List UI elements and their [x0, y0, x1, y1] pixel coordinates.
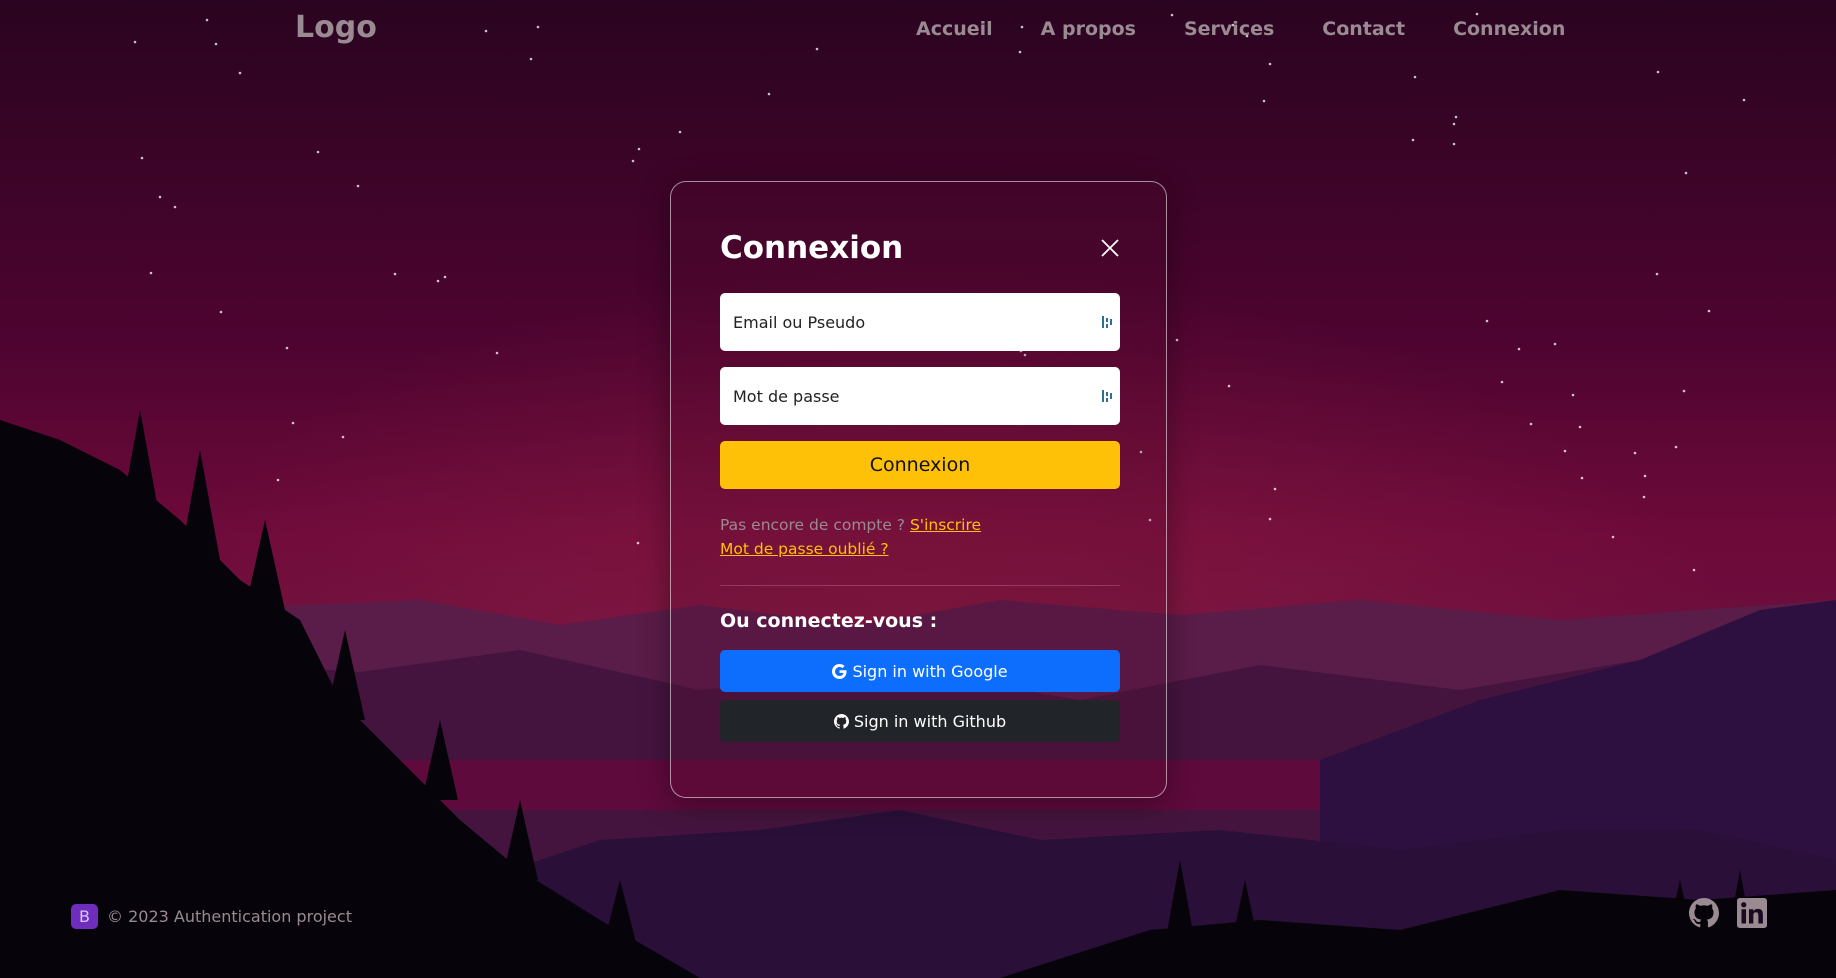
divider: [720, 585, 1120, 586]
nav-accueil[interactable]: Accueil: [916, 18, 993, 40]
copyright-text: © 2023 Authentication project: [107, 907, 352, 926]
google-icon: [832, 663, 847, 679]
site-logo[interactable]: Logo: [295, 10, 377, 45]
nav-services[interactable]: Services: [1184, 18, 1274, 40]
signup-line: Pas encore de compte ? S'inscrire: [720, 516, 981, 534]
login-title: Connexion: [720, 230, 904, 266]
google-signin-button[interactable]: Sign in with Google: [720, 650, 1120, 692]
forgot-line: Mot de passe oublié ?: [720, 540, 889, 558]
github-icon[interactable]: [1689, 898, 1719, 928]
login-card: Connexion Connexion Pas encore de compte…: [670, 181, 1167, 798]
email-field-wrapper: [720, 293, 1120, 351]
alt-login-title: Ou connectez-vous :: [720, 610, 938, 632]
signup-link[interactable]: S'inscrire: [910, 516, 981, 534]
password-field-wrapper: [720, 367, 1120, 425]
github-signin-button[interactable]: Sign in with Github: [720, 700, 1120, 742]
password-manager-icon[interactable]: [1100, 315, 1114, 329]
nav-connexion[interactable]: Connexion: [1453, 18, 1565, 40]
github-icon: [833, 713, 849, 729]
google-signin-label: Sign in with Google: [852, 661, 1008, 681]
nav-contact[interactable]: Contact: [1322, 18, 1405, 40]
forgot-password-link[interactable]: Mot de passe oublié ?: [720, 540, 889, 558]
site-header: Logo Accueil A propos Services Contact C…: [0, 0, 1836, 60]
password-manager-icon[interactable]: [1100, 389, 1114, 403]
linkedin-icon[interactable]: [1737, 898, 1767, 928]
email-field[interactable]: [720, 293, 1120, 351]
close-icon[interactable]: [1099, 237, 1121, 259]
nav-a-propos[interactable]: A propos: [1041, 18, 1136, 40]
login-submit-button[interactable]: Connexion: [720, 441, 1120, 489]
site-footer: B © 2023 Authentication project: [0, 890, 1836, 950]
main-nav: Accueil A propos Services Contact Connex…: [916, 18, 1565, 40]
bootstrap-icon[interactable]: B: [71, 904, 98, 929]
signup-prompt: Pas encore de compte ?: [720, 516, 906, 534]
github-signin-label: Sign in with Github: [853, 711, 1007, 731]
password-field[interactable]: [720, 367, 1120, 425]
